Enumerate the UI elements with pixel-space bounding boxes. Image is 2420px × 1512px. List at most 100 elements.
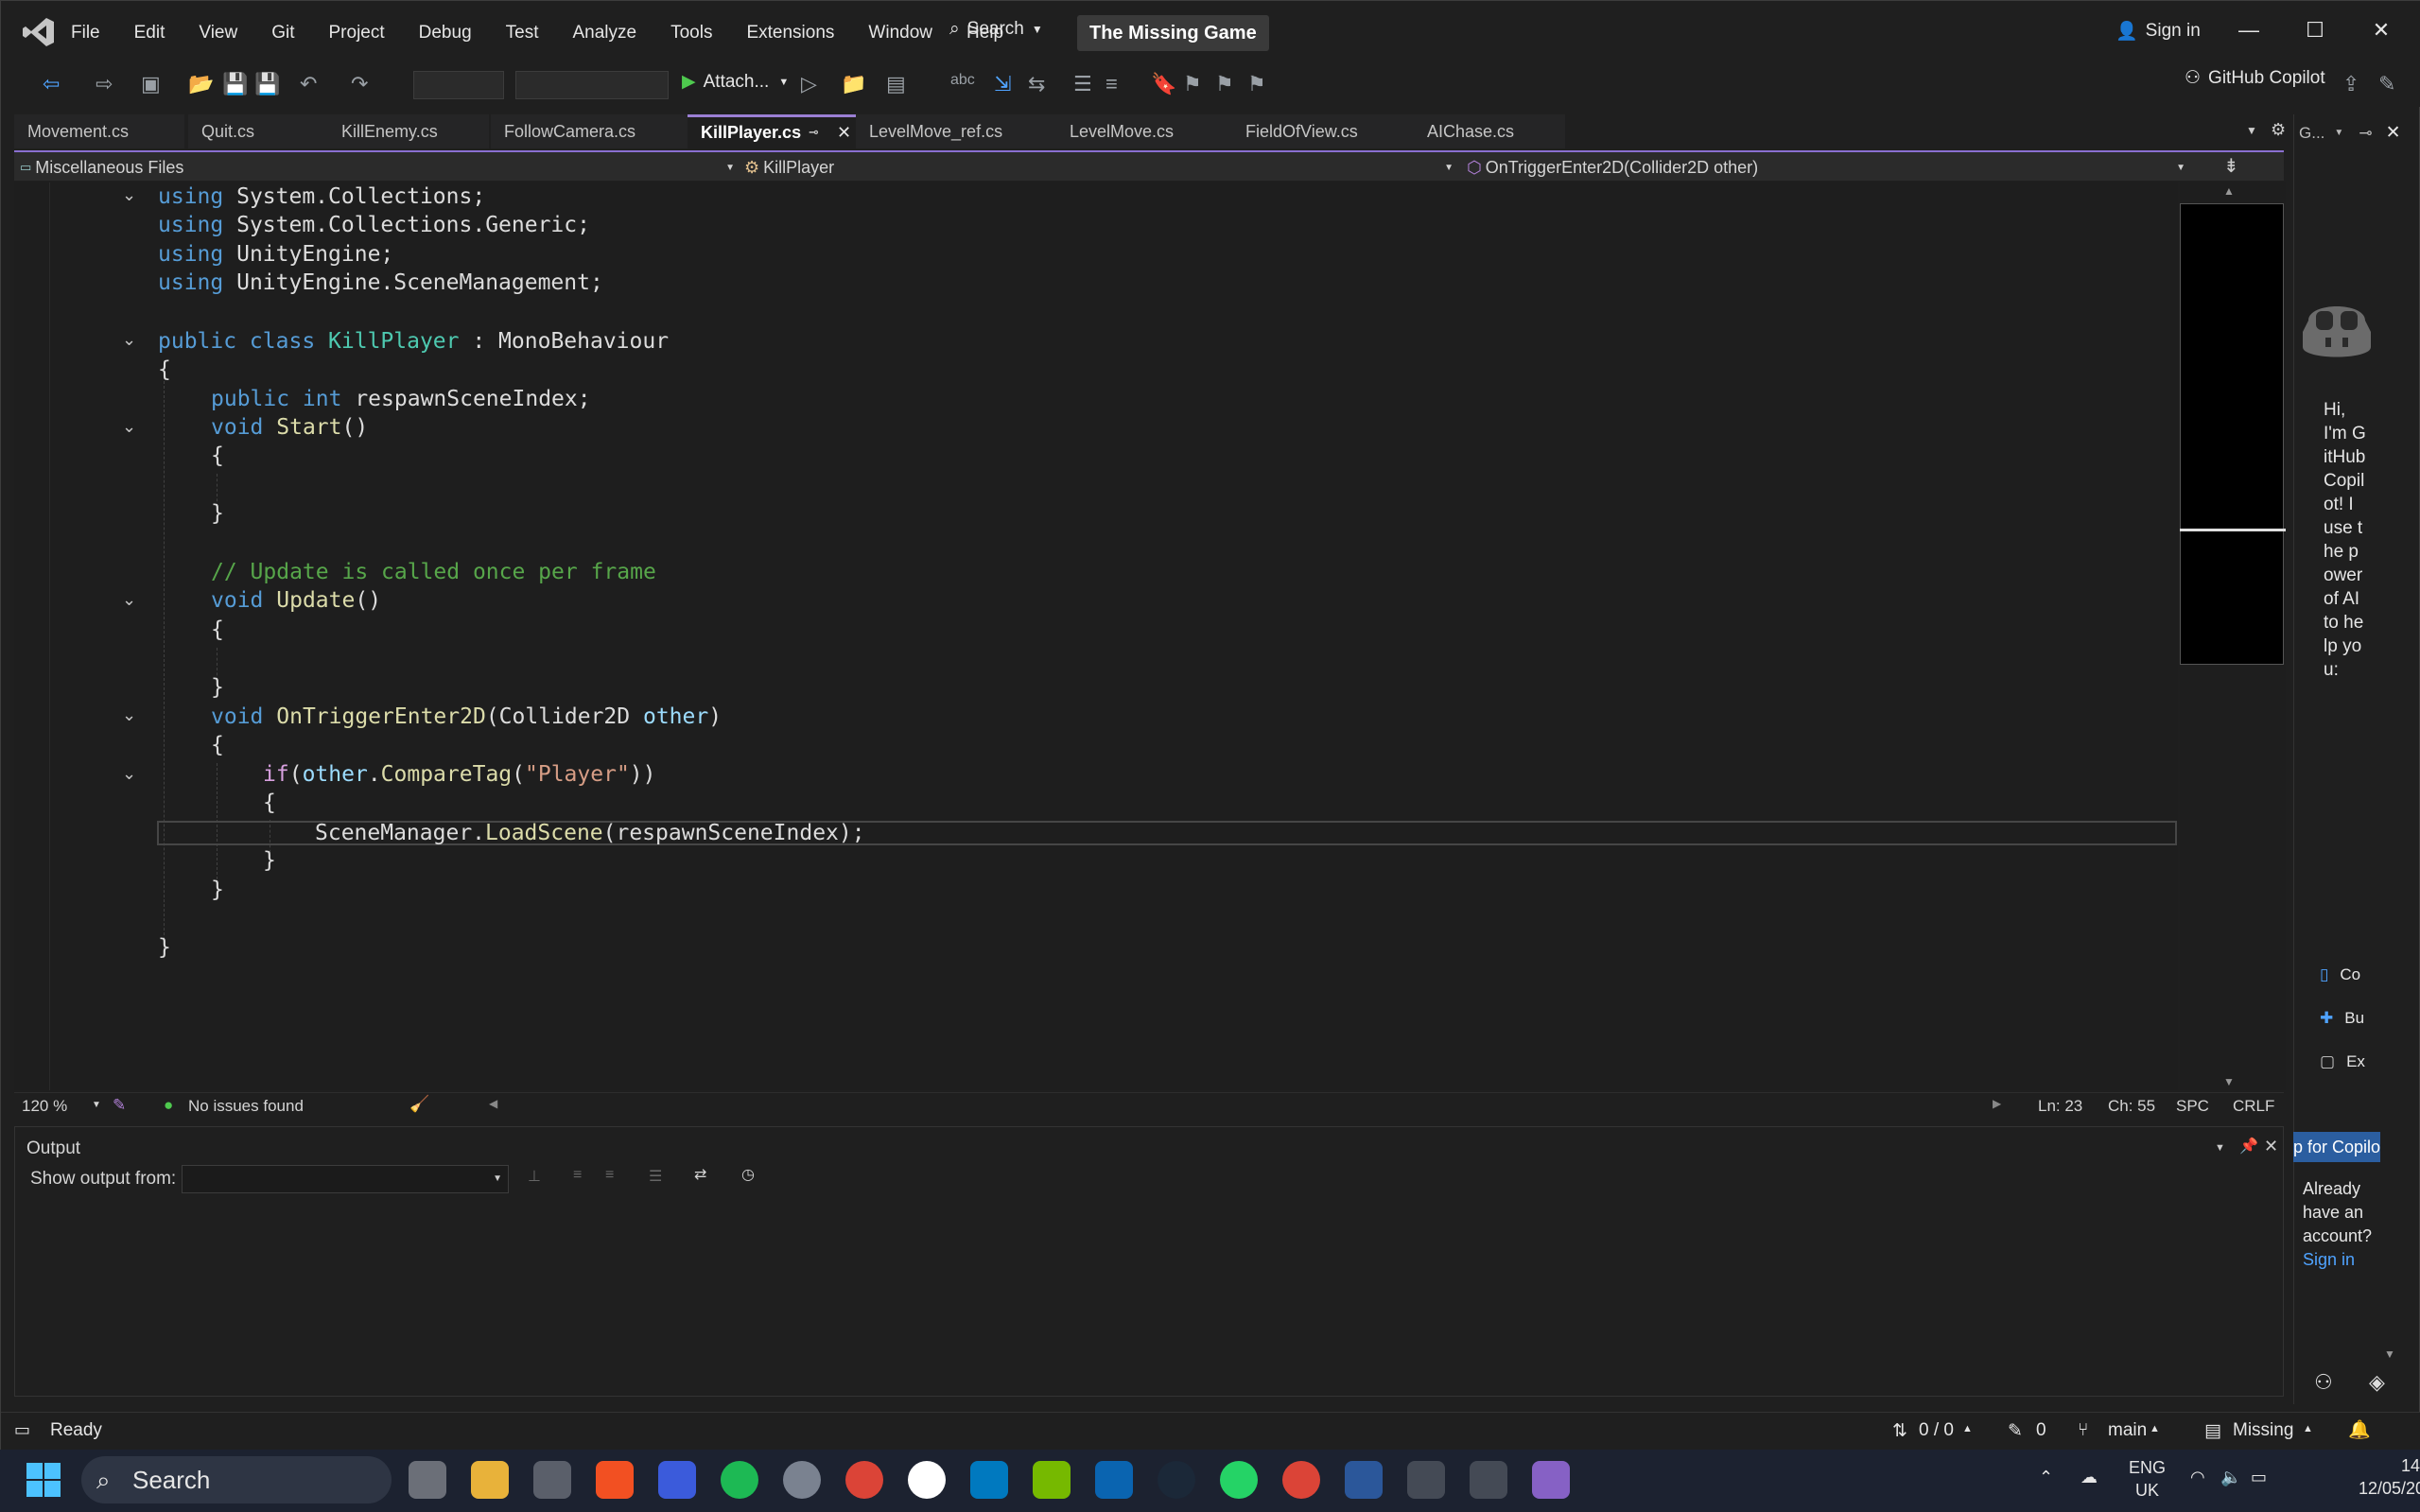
navigate-back-icon[interactable]: ⇦ [43, 72, 60, 96]
close-panel-icon[interactable]: ✕ [2386, 122, 2401, 144]
zoom-level[interactable]: 120 % [22, 1097, 67, 1116]
language-indicator[interactable]: ENG UK [2129, 1456, 2166, 1502]
member-dropdown[interactable]: ⬡ OnTriggerEnter2D(Collider2D other) ▼ [1467, 155, 2185, 180]
bookmark-next-icon[interactable]: ⚑ [1215, 72, 1234, 96]
search-button[interactable]: ⌕ Search ▼ [949, 14, 1043, 44]
chrome-icon[interactable] [1282, 1461, 1320, 1499]
copilot-option-code[interactable]: ▯ Co [2320, 965, 2360, 984]
menu-extensions[interactable]: Extensions [746, 23, 834, 43]
sync-status[interactable]: 0 / 0 [1919, 1420, 1954, 1441]
app-icon[interactable] [533, 1461, 571, 1499]
pin-icon[interactable]: ⊸ [809, 117, 819, 148]
menu-analyze[interactable]: Analyze [573, 23, 637, 43]
github-copilot-button[interactable]: ⚇ GitHub Copilot [2185, 67, 2325, 89]
tab-levelmove[interactable]: LevelMove.cs [1056, 114, 1242, 148]
issues-status[interactable]: No issues found [188, 1097, 304, 1116]
close-pane-icon[interactable]: ✕ [2264, 1137, 2278, 1156]
split-editor-icon[interactable]: ⇟ [2223, 154, 2239, 178]
layout-icon[interactable]: ▤ [886, 72, 906, 96]
whitespace-mode[interactable]: SPC [2176, 1097, 2209, 1116]
code-editor[interactable] [14, 182, 2178, 1090]
chevron-down-icon[interactable]: ▼ [2334, 128, 2343, 138]
fold-icon[interactable]: ⌄ [122, 330, 141, 350]
visual-studio-icon[interactable] [1532, 1461, 1570, 1499]
system-clock[interactable]: 14:40 12/05/2025 [2359, 1454, 2420, 1500]
type-dropdown[interactable]: ⚙ KillPlayer ▼ [744, 155, 1454, 180]
maximize-button[interactable]: ☐ [2301, 18, 2329, 43]
scroll-right-icon[interactable]: ▶ [1993, 1097, 2001, 1110]
spotify-icon[interactable] [721, 1461, 758, 1499]
menu-view[interactable]: View [199, 23, 237, 43]
wifi-icon[interactable]: ◠ [2190, 1468, 2205, 1487]
tab-killplayer[interactable]: KillPlayer.cs ⊸ ✕ [688, 114, 860, 148]
menu-debug[interactable]: Debug [419, 23, 472, 43]
menu-window[interactable]: Window [868, 23, 932, 43]
repository-name[interactable]: Missing [2233, 1420, 2293, 1441]
trello-icon[interactable] [970, 1461, 1008, 1499]
clock-icon[interactable]: ◷ [741, 1165, 755, 1184]
new-project-icon[interactable]: ▣ [141, 72, 161, 96]
branch-name[interactable]: main [2108, 1420, 2147, 1441]
tab-quit[interactable]: Quit.cs [188, 114, 330, 148]
fold-icon[interactable]: ⌄ [122, 417, 141, 437]
platform-dropdown[interactable] [515, 71, 669, 99]
bookmark-prev-icon[interactable]: ⚑ [1183, 72, 1202, 96]
chevron-down-icon[interactable]: ▼ [2215, 1142, 2225, 1154]
taskbar-search[interactable]: ⌕ Search [81, 1456, 392, 1503]
menu-tools[interactable]: Tools [670, 23, 712, 43]
file-explorer-icon[interactable] [471, 1461, 509, 1499]
next-message-icon[interactable]: ≡ [605, 1167, 614, 1184]
tab-aichase[interactable]: AIChase.cs [1414, 114, 1565, 148]
fold-icon[interactable]: ⌄ [122, 185, 141, 205]
windows-start-icon[interactable] [26, 1463, 61, 1497]
save-all-icon[interactable]: 💾 [254, 72, 280, 96]
task-view-icon[interactable] [409, 1461, 446, 1499]
feedback-icon[interactable]: ✎ [2378, 72, 2395, 96]
share-icon[interactable]: ⇪ [2342, 72, 2359, 96]
tab-killenemy[interactable]: KillEnemy.cs [328, 114, 489, 148]
split-icon[interactable]: ⇆ [1028, 72, 1045, 96]
tab-levelmove-ref[interactable]: LevelMove_ref.cs [856, 114, 1058, 148]
menu-git[interactable]: Git [271, 23, 294, 43]
comment-icon[interactable]: ≡ [1106, 72, 1118, 96]
start-without-debugging-icon[interactable]: ▷ [801, 72, 817, 96]
redo-icon[interactable]: ↷ [351, 72, 368, 96]
close-window-button[interactable]: ✕ [2367, 18, 2395, 43]
menu-edit[interactable]: Edit [134, 23, 165, 43]
battery-icon[interactable]: ▭ [2251, 1468, 2267, 1487]
chevron-up-icon[interactable]: ⌃ [2039, 1468, 2053, 1487]
minimize-button[interactable]: — [2235, 18, 2263, 43]
bookmark-clear-icon[interactable]: ⚑ [1247, 72, 1266, 96]
project-dropdown[interactable]: ▭ Miscellaneous Files ▼ [20, 155, 735, 180]
nvidia-icon[interactable] [1033, 1461, 1071, 1499]
unity-hub-icon[interactable] [1470, 1461, 1507, 1499]
panel-sign-in-link[interactable]: Sign in [2303, 1250, 2355, 1269]
attach-button[interactable]: ▶ Attach... ▼ [682, 71, 789, 93]
line-number[interactable]: Ln: 23 [2038, 1097, 2082, 1116]
outlook-icon[interactable] [1095, 1461, 1133, 1499]
pin-icon[interactable]: 📌 [2239, 1137, 2258, 1156]
close-tab-icon[interactable]: ✕ [837, 117, 851, 148]
tab-list-dropdown-icon[interactable]: ▼ [2246, 124, 2257, 137]
copilot-tab-icon[interactable]: ⚇ [2314, 1370, 2333, 1395]
browse-folder-icon[interactable]: 📁 [841, 72, 866, 96]
scroll-up-icon[interactable]: ▲ [2223, 184, 2235, 198]
onedrive-icon[interactable]: ☁ [2081, 1468, 2098, 1487]
fold-icon[interactable]: ⌄ [122, 590, 141, 610]
word-icon[interactable] [1345, 1461, 1383, 1499]
navigate-forward-icon[interactable]: ⇨ [96, 72, 113, 96]
fold-icon[interactable]: ⌄ [122, 705, 141, 725]
word-wrap-icon[interactable]: ⇄ [694, 1165, 706, 1184]
git-tab-icon[interactable]: ◈ [2369, 1370, 2385, 1395]
cleanup-icon[interactable]: 🧹 [409, 1095, 429, 1114]
scroll-down-icon[interactable]: ▼ [2223, 1075, 2235, 1088]
pin-icon[interactable]: ⊸ [2359, 124, 2372, 143]
app-icon[interactable] [908, 1461, 946, 1499]
settings-app-icon[interactable] [783, 1461, 821, 1499]
tab-fieldofview[interactable]: FieldOfView.cs [1232, 114, 1421, 148]
prev-message-icon[interactable]: ≡ [573, 1167, 582, 1184]
line-ending[interactable]: CRLF [2233, 1097, 2274, 1116]
configuration-dropdown[interactable] [413, 71, 504, 99]
settings-icon[interactable]: ⚙ [2271, 120, 2286, 140]
column-number[interactable]: Ch: 55 [2108, 1097, 2155, 1116]
